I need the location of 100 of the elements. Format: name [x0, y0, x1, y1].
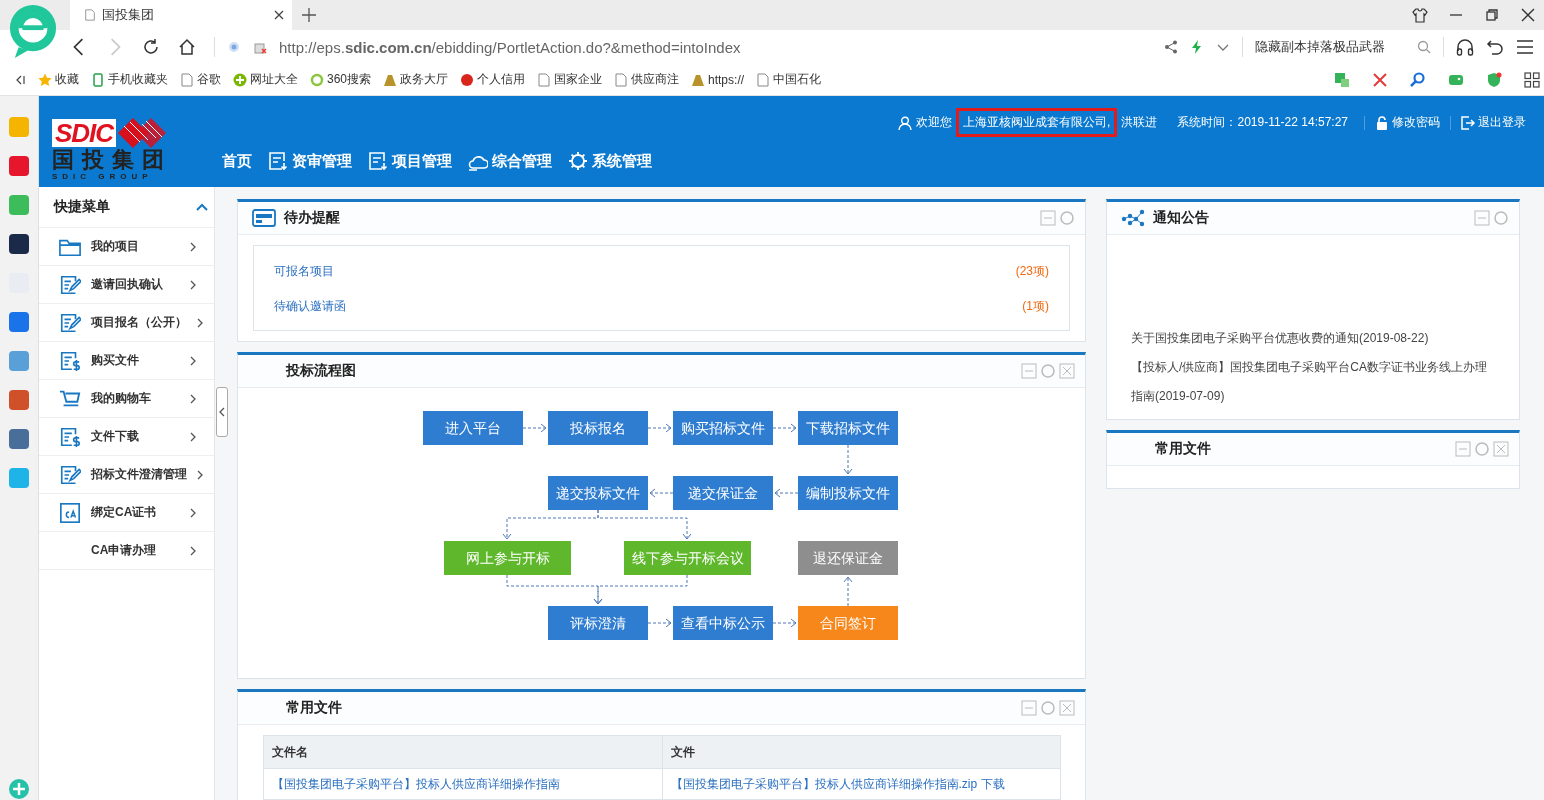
bookmark-link[interactable]: 政务大厅 [383, 71, 449, 88]
bookmark-link[interactable]: 供应商注 [614, 71, 680, 88]
todo-link[interactable]: 可报名项目 [274, 263, 334, 280]
refresh-icon[interactable] [1040, 363, 1056, 379]
share-icon[interactable] [1164, 40, 1178, 54]
connector-arrow [772, 423, 797, 433]
nav-link[interactable]: 首页 [222, 151, 252, 171]
flow-step[interactable]: 进入平台 [423, 411, 523, 445]
bookmark-link[interactable]: 个人信用 [460, 71, 526, 88]
table-cell: 【国投集团电子采购平台】投标人供应商详细操作指南 [263, 768, 662, 800]
lightning-icon[interactable] [1190, 40, 1204, 54]
file-link[interactable]: 【国投集团电子采购平台】投标人供应商详细操作指南.zip [670, 776, 978, 791]
skin-icon[interactable] [1412, 7, 1428, 23]
bookmark-link[interactable]: 收藏 [38, 71, 79, 88]
panel-title: 投标流程图 [286, 362, 356, 380]
connector-arrow [649, 488, 674, 498]
chevron-right-icon [190, 545, 196, 556]
bookmark-link[interactable]: 中国石化 [756, 71, 822, 88]
document-icon [368, 151, 388, 171]
headset-icon[interactable] [1456, 38, 1474, 56]
download-link[interactable]: 下载 [980, 776, 1005, 791]
sidebar-menu-item[interactable]: 文件下载 [39, 418, 214, 456]
connector-arrow [772, 618, 797, 628]
chevron-right-icon [190, 279, 196, 290]
phone-icon [91, 72, 105, 87]
todo-link[interactable]: 待确认邀请函 [274, 298, 346, 315]
header-action-link[interactable]: 修改密码 [1375, 114, 1440, 131]
bookmark-link[interactable]: 国家企业 [537, 71, 603, 88]
shield-icon[interactable] [1486, 71, 1502, 88]
address-field[interactable]: http://eps.sdic.com.cn/ebidding/PortletAction.do?&method=intoIndex [279, 38, 1152, 56]
chevron-right-icon [190, 393, 196, 404]
sidebar-menu-item[interactable]: 招标文件澄清管理 [39, 456, 214, 494]
welcome-text: 欢迎您 [916, 114, 953, 131]
search-icon[interactable] [1417, 40, 1431, 54]
refresh-icon[interactable] [1493, 210, 1509, 226]
sidebar-menu-item[interactable]: 我的购物车 [39, 380, 214, 418]
flow-step[interactable]: 购买招标文件 [673, 411, 773, 445]
network-icon [1121, 209, 1145, 227]
apps-grid-icon[interactable] [1524, 71, 1540, 88]
certificate-icon [59, 501, 81, 524]
sidebar-menu-item[interactable]: 项目报名（公开） [39, 304, 214, 342]
restore-icon[interactable] [1484, 7, 1500, 23]
nav-link[interactable]: 项目管理 [368, 151, 452, 171]
flow-step[interactable]: 退还保证金 [798, 541, 898, 575]
sidebar-menu-item[interactable]: 绑定CA证书 [39, 494, 214, 532]
add-app-icon[interactable] [8, 778, 30, 800]
translate-icon[interactable] [1334, 71, 1350, 88]
notice-link[interactable]: 【投标人/供应商】国投集团电子采购平台CA数字证书业务线上办理指南(2019-07-09) [1131, 353, 1489, 411]
sidebar-menu-item[interactable]: 购买文件 [39, 342, 214, 380]
flow-step[interactable]: 下载招标文件 [798, 411, 898, 445]
bookmark-link[interactable]: https:// [691, 72, 745, 87]
todo-count: (1项) [1022, 298, 1049, 315]
todo-count: (23项) [1015, 263, 1049, 280]
reload-icon[interactable] [142, 38, 160, 56]
sidebar-toggle-icon[interactable] [14, 73, 26, 86]
close-icon[interactable] [1520, 7, 1536, 23]
bill-document-icon [59, 349, 81, 372]
bookmark-link[interactable]: 网址大全 [233, 71, 298, 88]
bookmark-link[interactable]: 手机收藏夹 [91, 71, 168, 88]
flow-step[interactable]: 递交投标文件 [548, 476, 648, 510]
home-icon[interactable] [178, 38, 196, 56]
undo-icon[interactable] [1486, 38, 1504, 56]
flow-step[interactable]: 评标澄清 [548, 606, 648, 640]
collapse-caret-icon[interactable] [196, 203, 208, 211]
nav-link[interactable]: 综合管理 [468, 151, 552, 171]
header-action-link[interactable]: 退出登录 [1461, 114, 1526, 131]
page-icon [84, 9, 96, 21]
bookmark-link[interactable]: 360搜索 [310, 71, 372, 88]
menu-icon[interactable] [1516, 38, 1534, 56]
panel-title: 待办提醒 [284, 209, 340, 227]
new-tab-icon[interactable] [302, 8, 316, 22]
chevron-right-icon [197, 469, 203, 480]
refresh-icon[interactable] [1040, 700, 1056, 716]
user-name: 洪联进 [1121, 114, 1158, 131]
page-icon [614, 72, 629, 87]
bookmark-link[interactable]: 谷歌 [180, 71, 221, 88]
sidebar-menu-item[interactable]: 邀请回执确认 [39, 266, 214, 304]
sidebar-menu-item[interactable]: 我的项目 [39, 228, 214, 266]
page-icon [180, 72, 194, 87]
flow-step[interactable]: 递交保证金 [673, 476, 773, 510]
nav-link[interactable]: 系统管理 [568, 151, 652, 171]
flow-step[interactable]: 编制投标文件 [798, 476, 898, 510]
collapse-sidebar-handle[interactable] [216, 387, 228, 437]
notice-link[interactable]: 关于国投集团电子采购平台优惠收费的通知(2019-08-22) [1131, 324, 1489, 353]
flow-step[interactable]: 查看中标公示 [673, 606, 773, 640]
browser-tab[interactable]: 国投集团 [70, 0, 292, 30]
refresh-icon[interactable] [1059, 210, 1075, 226]
search-field[interactable]: 隐藏副本掉落极品武器 [1255, 38, 1405, 56]
scissors-icon[interactable] [1372, 71, 1388, 88]
security-icon[interactable] [227, 40, 241, 54]
app-icon[interactable] [8, 233, 30, 255]
search-icon[interactable] [1410, 71, 1426, 88]
close-tab-icon[interactable] [274, 10, 284, 20]
plus-circle-icon [233, 72, 247, 87]
flow-step[interactable]: 投标报名 [548, 411, 648, 445]
nav-link[interactable]: 资审管理 [268, 151, 352, 171]
system-time: 系统时间：2019-11-22 14:57:27 [1177, 114, 1348, 131]
sidebar-menu-item[interactable]: CA申请办理 [39, 532, 214, 570]
refresh-icon[interactable] [1474, 441, 1490, 457]
chevron-right-icon [190, 241, 196, 252]
